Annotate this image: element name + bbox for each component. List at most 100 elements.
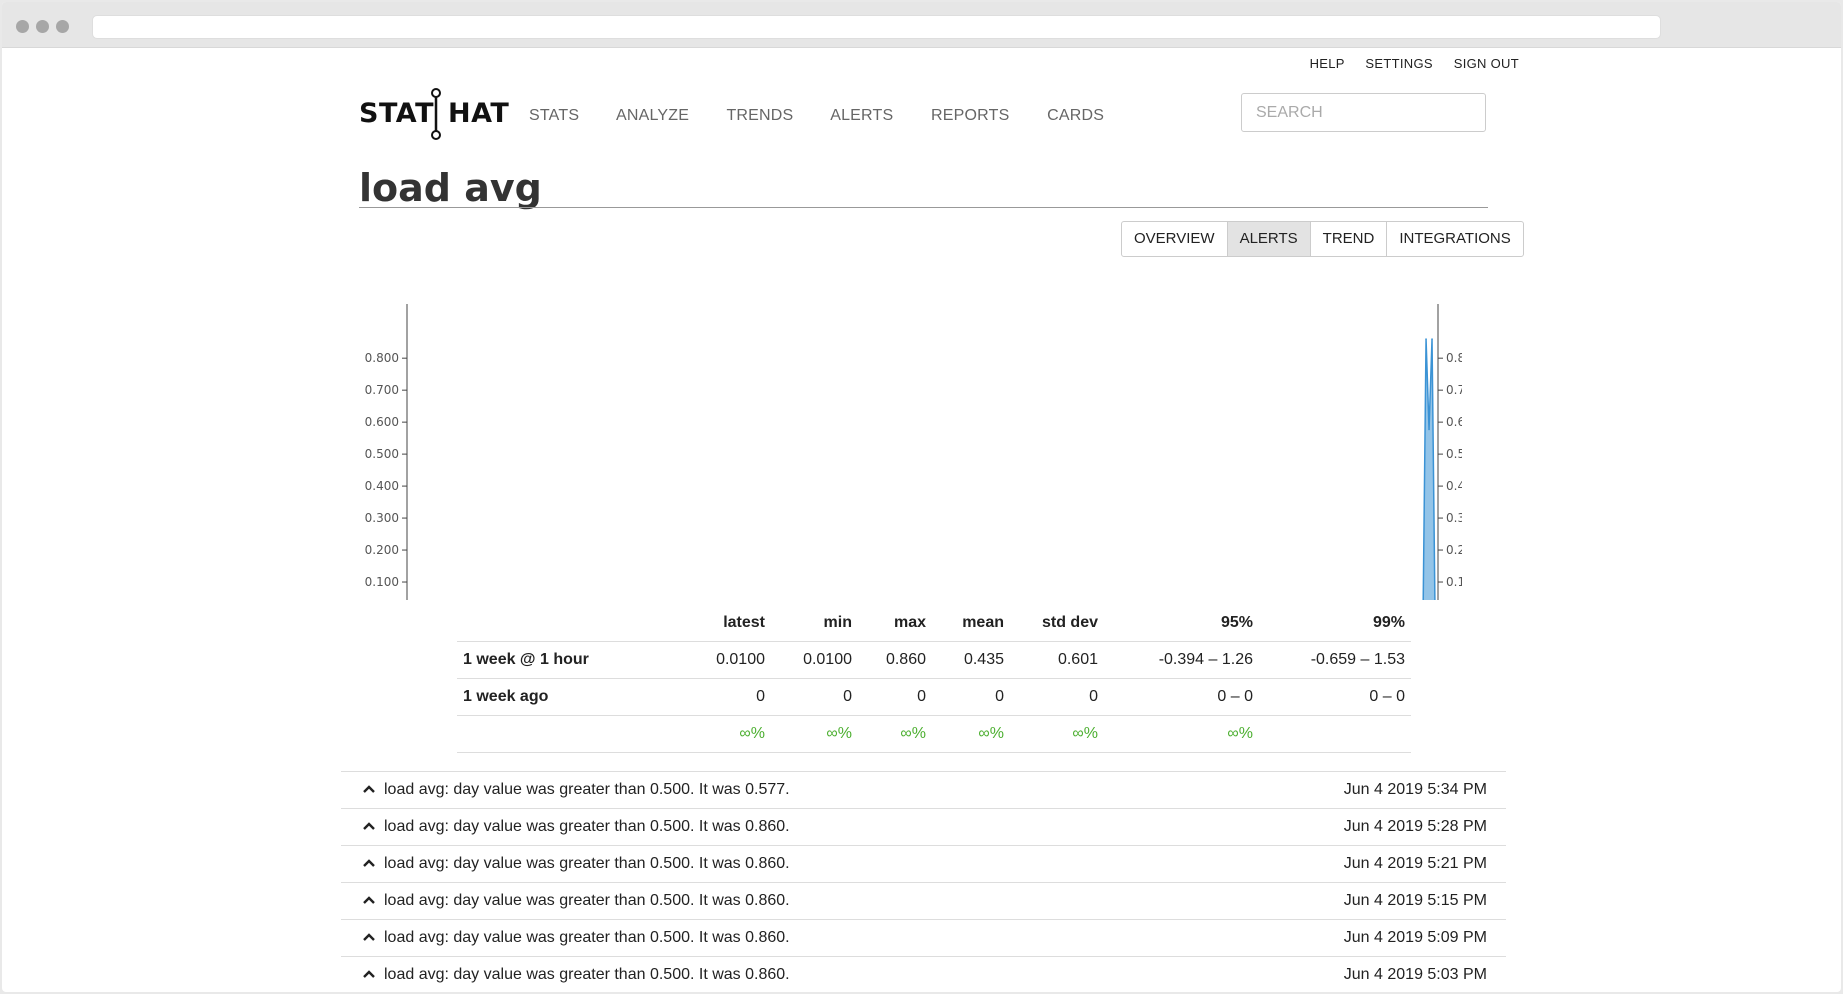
stats-cell: 0 – 0 (1104, 678, 1259, 716)
help-link[interactable]: HELP (1310, 56, 1345, 71)
stats-cell: 0.601 (1010, 641, 1104, 679)
window-maximize-dot[interactable] (56, 20, 69, 33)
load-avg-chart[interactable]: 000.1000.1000.2000.2000.3000.3000.4000.4… (352, 260, 1462, 600)
list-item[interactable]: load avg: day value was greater than 0.5… (341, 771, 1506, 808)
stats-cell: 0 (771, 678, 858, 716)
alert-message: load avg: day value was greater than 0.5… (384, 818, 790, 835)
chevron-up-icon (363, 822, 375, 830)
page-content: HELP SETTINGS SIGN OUT STAT HAT STATS ANA… (2, 48, 1841, 992)
stats-cell: -0.659 – 1.53 (1259, 641, 1411, 679)
browser-window: HELP SETTINGS SIGN OUT STAT HAT STATS ANA… (2, 2, 1841, 992)
alert-message: load avg: day value was greater than 0.5… (384, 929, 790, 946)
logo-text-left: STAT (359, 98, 434, 129)
alert-message: load avg: day value was greater than 0.5… (384, 892, 790, 909)
y-tick-label-left: 0.700 (365, 383, 399, 397)
main-nav: STATS ANALYZE TRENDS ALERTS REPORTS CARD… (529, 107, 1137, 125)
settings-link[interactable]: SETTINGS (1365, 56, 1432, 71)
stats-cell: 0 (1010, 678, 1104, 716)
tab-trend[interactable]: TREND (1311, 222, 1388, 256)
stats-header-row: latest min max mean std dev 95% 99% (457, 604, 1411, 642)
table-row-percent-change: ∞% ∞% ∞% ∞% ∞% ∞% (457, 715, 1411, 753)
y-tick-label-left: 0.500 (365, 447, 399, 461)
data-point (1428, 428, 1430, 431)
chevron-up-icon (363, 785, 375, 793)
alert-time: Jun 4 2019 5:15 PM (1343, 892, 1487, 909)
stats-cell: 0 (669, 678, 771, 716)
stats-header-mean: mean (962, 613, 1004, 631)
list-item[interactable]: load avg: day value was greater than 0.5… (341, 882, 1506, 919)
stat-tabs: OVERVIEW ALERTS TREND INTEGRATIONS (1121, 221, 1524, 257)
stats-table: latest min max mean std dev 95% 99% 1 we… (457, 604, 1411, 753)
page-title: load avg (359, 166, 542, 210)
y-tick-label-right: 0.700 (1446, 383, 1462, 397)
account-links: HELP SETTINGS SIGN OUT (1293, 56, 1519, 71)
y-tick-label-left: 0.300 (365, 511, 399, 525)
nav-reports[interactable]: REPORTS (931, 107, 1009, 124)
nav-stats[interactable]: STATS (529, 107, 579, 124)
percent-change-cell: ∞% (858, 715, 932, 753)
stats-header-latest: latest (723, 613, 765, 631)
alert-message: load avg: day value was greater than 0.5… (384, 966, 790, 983)
chevron-up-icon (363, 896, 375, 904)
alert-time: Jun 4 2019 5:21 PM (1343, 855, 1487, 872)
y-tick-label-right: 0.800 (1446, 351, 1462, 365)
alert-message: load avg: day value was greater than 0.5… (384, 855, 790, 872)
tab-integrations[interactable]: INTEGRATIONS (1387, 222, 1522, 256)
list-item[interactable]: load avg: day value was greater than 0.5… (341, 845, 1506, 882)
tab-overview[interactable]: OVERVIEW (1122, 222, 1228, 256)
tab-alerts[interactable]: ALERTS (1227, 222, 1311, 256)
table-row: 1 week @ 1 hour 0.0100 0.0100 0.860 0.43… (457, 641, 1411, 679)
logo-text-right: HAT (447, 98, 510, 129)
stats-cell: 0 (858, 678, 932, 716)
y-tick-label-right: 0.100 (1446, 575, 1462, 589)
list-item[interactable]: load avg: day value was greater than 0.5… (341, 956, 1506, 992)
y-tick-label-right: 0.400 (1446, 479, 1462, 493)
stats-header-p99: 99% (1372, 613, 1405, 631)
y-tick-label-left: 0.800 (365, 351, 399, 365)
stats-cell: 1 week ago (457, 678, 669, 716)
title-divider (359, 207, 1488, 208)
search-input[interactable]: SEARCH (1241, 93, 1486, 132)
y-tick-label-right: 0.600 (1446, 415, 1462, 429)
list-item[interactable]: load avg: day value was greater than 0.5… (341, 808, 1506, 845)
percent-change-cell (1259, 715, 1411, 753)
window-minimize-dot[interactable] (36, 20, 49, 33)
list-item[interactable]: load avg: day value was greater than 0.5… (341, 919, 1506, 956)
series-area (1422, 338, 1436, 600)
nav-cards[interactable]: CARDS (1047, 107, 1104, 124)
nav-analyze[interactable]: ANALYZE (616, 107, 689, 124)
data-point (1431, 338, 1433, 340)
table-row: 1 week ago 0 0 0 0 0 0 – 0 0 – 0 (457, 678, 1411, 716)
nav-trends[interactable]: TRENDS (726, 107, 793, 124)
percent-change-cell: ∞% (932, 715, 1010, 753)
percent-change-cell: ∞% (1010, 715, 1104, 753)
alert-time: Jun 4 2019 5:09 PM (1343, 929, 1487, 946)
chevron-up-icon (363, 933, 375, 941)
percent-change-cell: ∞% (669, 715, 771, 753)
address-bar[interactable] (92, 15, 1661, 39)
stats-cell: 0.0100 (771, 641, 858, 679)
y-tick-label-left: 0.200 (365, 543, 399, 557)
logo-mark-icon (431, 88, 441, 140)
stats-header-std-dev: std dev (1041, 613, 1098, 631)
stats-cell: 0.435 (932, 641, 1010, 679)
alert-time: Jun 4 2019 5:28 PM (1343, 818, 1487, 835)
y-tick-label-left: 0.100 (365, 575, 399, 589)
y-tick-label-left: 0.600 (365, 415, 399, 429)
stats-cell: 0.860 (858, 641, 932, 679)
stats-header-min: min (823, 613, 852, 631)
percent-change-cell: ∞% (1104, 715, 1259, 753)
sign-out-link[interactable]: SIGN OUT (1454, 56, 1519, 71)
alert-message: load avg: day value was greater than 0.5… (384, 781, 790, 798)
y-tick-label-left: 0.400 (365, 479, 399, 493)
data-point (1425, 338, 1427, 340)
stats-header-max: max (893, 613, 926, 631)
stats-cell: 0.0100 (669, 641, 771, 679)
nav-alerts[interactable]: ALERTS (830, 107, 893, 124)
browser-toolbar (2, 2, 1841, 48)
chevron-up-icon (363, 970, 375, 978)
stats-cell: -0.394 – 1.26 (1104, 641, 1259, 679)
percent-change-cell: ∞% (771, 715, 858, 753)
window-close-dot[interactable] (16, 20, 29, 33)
y-tick-label-right: 0.300 (1446, 511, 1462, 525)
